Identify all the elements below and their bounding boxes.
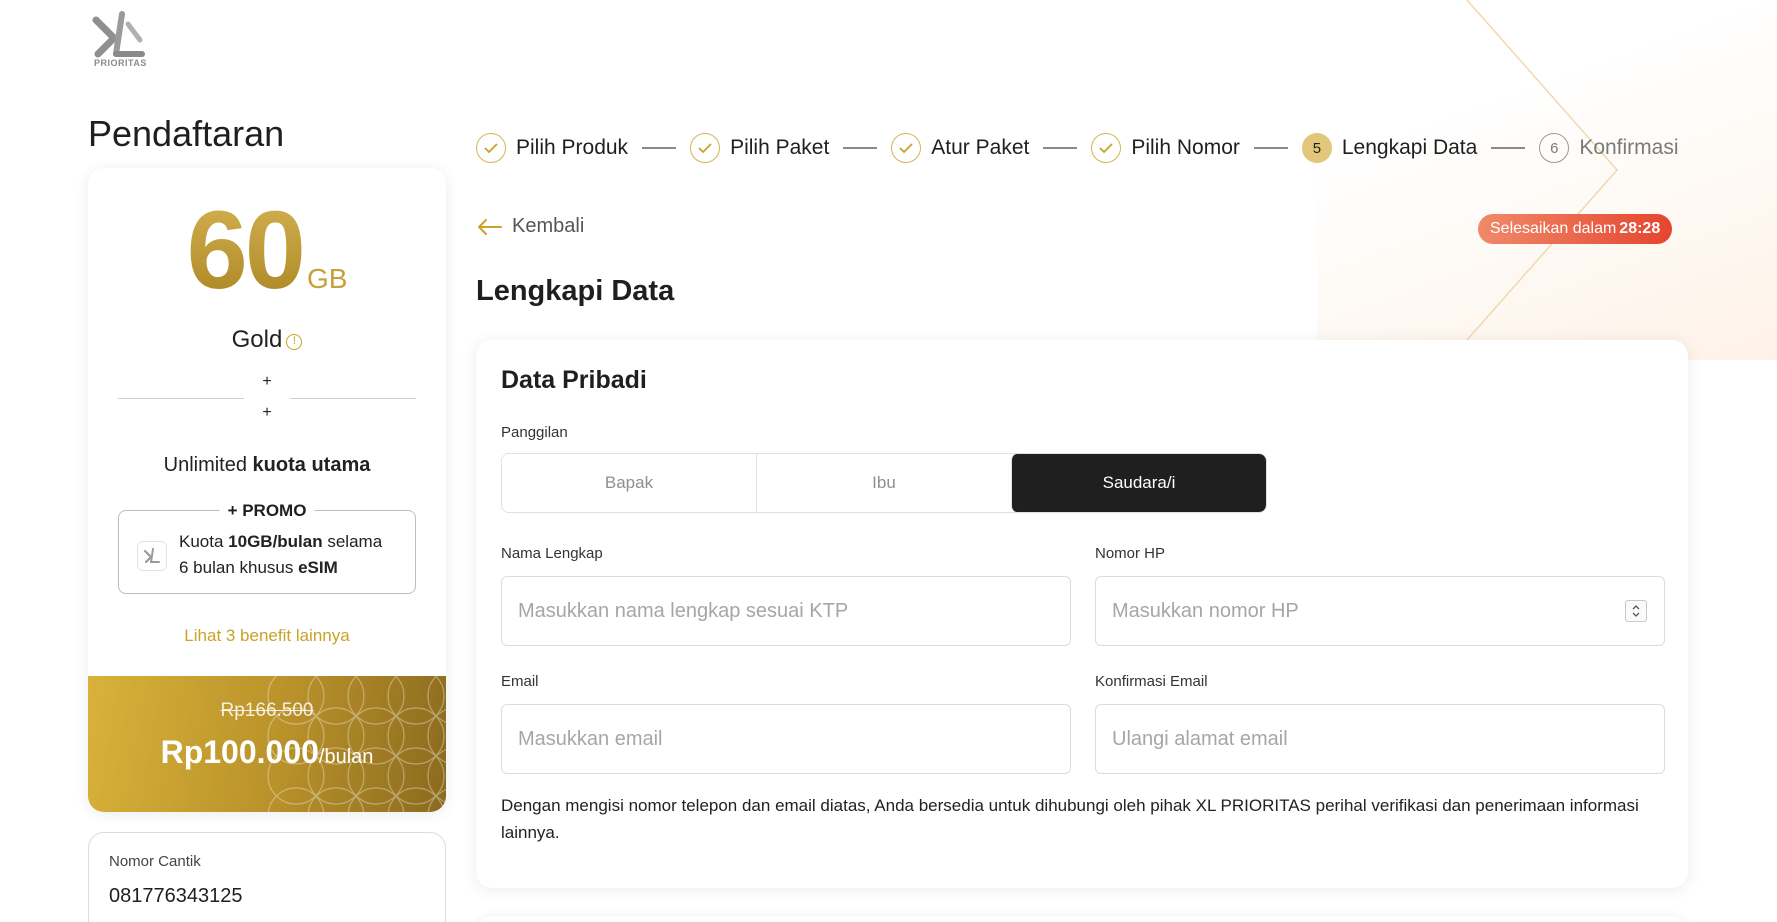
check-icon bbox=[690, 133, 721, 163]
number-label: Nomor Cantik bbox=[109, 853, 201, 870]
step-konfirmasi: 6 Konfirmasi bbox=[1539, 133, 1679, 163]
check-icon bbox=[476, 133, 506, 163]
promo-text-bold: eSIM bbox=[298, 558, 338, 577]
confirm-email-label: Konfirmasi Email bbox=[1095, 673, 1208, 690]
step-connector bbox=[642, 147, 677, 149]
card-title: Data Pribadi bbox=[501, 366, 647, 394]
price-amount: Rp100.000 bbox=[160, 734, 319, 770]
more-benefits-link[interactable]: Lihat 3 benefit lainnya bbox=[88, 626, 446, 646]
quota-value: 60 bbox=[186, 189, 306, 312]
step-pilih-produk[interactable]: Pilih Produk bbox=[476, 133, 628, 163]
arrow-left-icon bbox=[478, 218, 502, 235]
timer-value: 28:28 bbox=[1619, 220, 1661, 237]
promo-text: Kuota 10GB/bulan selama 6 bulan khusus e… bbox=[179, 529, 409, 581]
number-stepper-icon[interactable] bbox=[1625, 600, 1647, 622]
full-name-input[interactable] bbox=[501, 576, 1071, 646]
back-button[interactable]: Kembali bbox=[476, 215, 584, 238]
step-label: Atur Paket bbox=[931, 136, 1030, 159]
xl-promo-icon bbox=[137, 541, 167, 571]
logo-text: PRIORITAS bbox=[94, 58, 147, 68]
step-number: 6 bbox=[1539, 133, 1570, 163]
full-name-label: Nama Lengkap bbox=[501, 545, 603, 562]
plan-name-label: Gold bbox=[231, 326, 283, 353]
quota-display: 60 GB bbox=[88, 196, 446, 306]
step-label: Konfirmasi bbox=[1579, 136, 1679, 159]
step-pilih-nomor[interactable]: Pilih Nomor bbox=[1091, 133, 1240, 163]
step-lengkapi-data: 5 Lengkapi Data bbox=[1301, 133, 1478, 163]
progress-stepper: Pilih Produk Pilih Paket Atur Paket Pili… bbox=[476, 132, 1679, 164]
price-band: Rp166.500 Rp100.000/bulan bbox=[88, 676, 446, 812]
promo-title: + PROMO bbox=[219, 501, 315, 521]
promo-text-bold: 10GB/bulan bbox=[228, 532, 323, 551]
unlimited-quota-text: Unlimited kuota utama bbox=[88, 454, 446, 477]
timer-text: Selesaikan dalam bbox=[1490, 220, 1617, 237]
email-input[interactable] bbox=[501, 704, 1071, 774]
step-label: Pilih Paket bbox=[730, 136, 830, 159]
step-connector bbox=[843, 147, 878, 149]
quota-unit: GB bbox=[306, 263, 348, 294]
promo-text-part: 6 bulan khusus bbox=[179, 558, 299, 577]
discounted-price: Rp100.000/bulan bbox=[88, 734, 446, 771]
plan-summary-card: 60 GB Gold! + + Unlimited kuota utama + P… bbox=[88, 168, 446, 812]
salutation-label: Panggilan bbox=[501, 424, 568, 441]
step-connector bbox=[1253, 147, 1288, 149]
promo-text-part: Kuota bbox=[179, 532, 229, 551]
countdown-timer: Selesaikan dalam 28:28 bbox=[1478, 214, 1673, 244]
step-connector bbox=[1043, 147, 1078, 149]
phone-label: Nomor HP bbox=[1095, 545, 1166, 562]
phone-input[interactable] bbox=[1095, 576, 1665, 646]
promo-box: + PROMO Kuota 10GB/bulan selama 6 bulan … bbox=[118, 501, 416, 594]
price-period: /bulan bbox=[318, 746, 374, 768]
unlimited-bold: kuota utama bbox=[252, 454, 371, 476]
salutation-option-ibu[interactable]: Ibu bbox=[756, 454, 1011, 512]
salutation-selector: Bapak Ibu Saudara/i bbox=[501, 453, 1267, 513]
email-label: Email bbox=[501, 673, 539, 690]
plus-sign: + bbox=[262, 373, 272, 390]
plan-name: Gold! bbox=[88, 326, 446, 354]
plus-sign: + bbox=[262, 404, 272, 421]
step-label: Pilih Produk bbox=[516, 136, 629, 159]
salutation-option-bapak[interactable]: Bapak bbox=[502, 454, 756, 512]
check-icon bbox=[891, 133, 922, 163]
section-title: Lengkapi Data bbox=[476, 275, 675, 307]
xl-prioritas-logo[interactable]: PRIORITAS bbox=[92, 10, 154, 70]
back-label: Kembali bbox=[512, 215, 585, 237]
original-price: Rp166.500 bbox=[220, 700, 314, 721]
salutation-option-saudara[interactable]: Saudara/i bbox=[1011, 454, 1266, 512]
page-title: Pendaftaran bbox=[88, 113, 285, 154]
step-pilih-paket[interactable]: Pilih Paket bbox=[690, 133, 829, 163]
confirm-email-input[interactable] bbox=[1095, 704, 1665, 774]
step-label: Pilih Nomor bbox=[1131, 136, 1240, 159]
promo-text-part: selama bbox=[322, 532, 383, 551]
next-section-card bbox=[476, 916, 1688, 922]
step-atur-paket[interactable]: Atur Paket bbox=[891, 133, 1029, 163]
step-connector bbox=[1491, 147, 1526, 149]
selected-number-card: Nomor Cantik 081776343125 bbox=[88, 832, 446, 922]
consent-text: Dengan mengisi nomor telepon dan email d… bbox=[501, 796, 1639, 842]
number-value: 081776343125 bbox=[109, 885, 243, 907]
unlimited-prefix: Unlimited bbox=[163, 454, 247, 476]
divider bbox=[118, 398, 416, 399]
info-icon[interactable]: ! bbox=[286, 334, 303, 350]
personal-data-form: Data Pribadi Panggilan Bapak Ibu Saudara… bbox=[476, 340, 1688, 888]
check-icon bbox=[1091, 133, 1122, 163]
background-decoration bbox=[1317, 0, 1777, 360]
step-label: Lengkapi Data bbox=[1341, 136, 1478, 159]
step-number: 5 bbox=[1301, 133, 1332, 163]
